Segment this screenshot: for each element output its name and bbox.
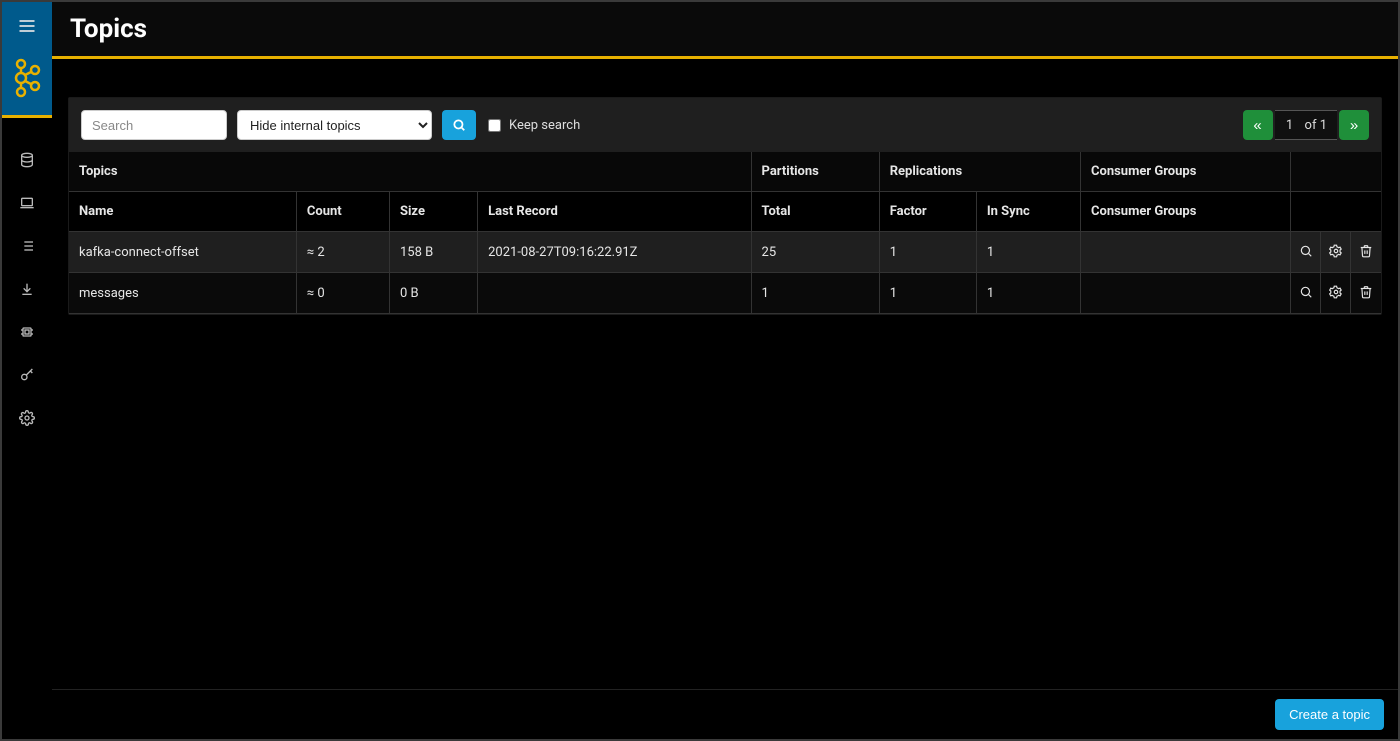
- th-group-actions: [1291, 152, 1381, 192]
- keep-search-checkbox[interactable]: [488, 119, 501, 132]
- row-view-button[interactable]: [1291, 273, 1320, 313]
- row-delete-button[interactable]: [1351, 232, 1381, 272]
- topics-panel: Hide internal topics Keep search « 1: [68, 97, 1382, 315]
- pager: « 1 of 1 »: [1243, 110, 1369, 140]
- search-icon: [452, 118, 466, 132]
- trash-icon: [1359, 244, 1373, 261]
- th-size[interactable]: Size: [389, 192, 477, 232]
- pager-prev[interactable]: «: [1243, 110, 1273, 140]
- key-icon: [19, 367, 35, 383]
- cell-size: 158 B: [389, 232, 477, 273]
- gear-icon: [19, 410, 35, 426]
- th-name[interactable]: Name: [69, 192, 296, 232]
- sidebar-top: [2, 2, 52, 118]
- pager-status: 1 of 1: [1275, 110, 1337, 140]
- th-group-cg: Consumer Groups: [1081, 152, 1291, 192]
- download-icon: [19, 281, 35, 297]
- hamburger-icon: [17, 16, 37, 36]
- database-icon: [19, 152, 35, 168]
- toolbar: Hide internal topics Keep search « 1: [69, 98, 1381, 152]
- row-settings-button[interactable]: [1321, 273, 1350, 313]
- page-title: Topics: [70, 14, 147, 44]
- nav-item-7[interactable]: [2, 396, 52, 439]
- th-cg[interactable]: Consumer Groups: [1081, 192, 1291, 232]
- topic-filter-select[interactable]: Hide internal topics: [237, 110, 432, 140]
- content: Hide internal topics Keep search « 1: [52, 59, 1398, 689]
- cell-cg: [1081, 273, 1291, 314]
- nav-item-5[interactable]: [2, 310, 52, 353]
- th-group-topics: Topics: [69, 152, 751, 192]
- gear-icon: [1329, 244, 1343, 261]
- page-header: Topics: [52, 2, 1398, 59]
- cell-last: [478, 273, 751, 314]
- th-group-partitions: Partitions: [751, 152, 879, 192]
- th-actions: [1291, 192, 1381, 232]
- sidebar-nav: [2, 138, 52, 439]
- cell-last: 2021-08-27T09:16:22.91Z: [478, 232, 751, 273]
- th-sync[interactable]: In Sync: [976, 192, 1080, 232]
- nav-item-6[interactable]: [2, 353, 52, 396]
- nav-item-1[interactable]: [2, 138, 52, 181]
- cell-count: ≈ 0: [296, 273, 389, 314]
- cell-total: 25: [751, 232, 879, 273]
- sidebar: [2, 2, 52, 739]
- search-input[interactable]: [81, 110, 227, 140]
- pager-next[interactable]: »: [1339, 110, 1369, 140]
- cell-count: ≈ 2: [296, 232, 389, 273]
- nav-item-4[interactable]: [2, 267, 52, 310]
- main-area: Topics Hide internal topics Keep search: [52, 2, 1398, 739]
- laptop-icon: [19, 195, 35, 211]
- cell-name: kafka-connect-offset: [69, 232, 296, 273]
- create-topic-button[interactable]: Create a topic: [1275, 699, 1384, 730]
- topics-table: Topics Partitions Replications Consumer …: [69, 152, 1381, 314]
- gear-icon: [1329, 285, 1343, 302]
- row-delete-button[interactable]: [1351, 273, 1381, 313]
- pager-current: 1: [1285, 118, 1295, 133]
- th-count[interactable]: Count: [296, 192, 389, 232]
- kafka-logo-icon: [12, 58, 42, 98]
- cell-total: 1: [751, 273, 879, 314]
- th-group-replications: Replications: [879, 152, 1080, 192]
- trash-icon: [1359, 285, 1373, 302]
- menu-toggle[interactable]: [2, 2, 52, 50]
- pager-total: of 1: [1305, 118, 1327, 133]
- cell-factor: 1: [879, 273, 976, 314]
- keep-search-text: Keep search: [509, 118, 580, 133]
- table-row[interactable]: messages≈ 00 B111: [69, 273, 1381, 314]
- cell-name: messages: [69, 273, 296, 314]
- search-button[interactable]: [442, 110, 476, 140]
- cell-sync: 1: [976, 232, 1080, 273]
- chip-icon: [19, 324, 35, 340]
- cell-cg: [1081, 232, 1291, 273]
- row-settings-button[interactable]: [1321, 232, 1350, 272]
- th-last[interactable]: Last Record: [478, 192, 751, 232]
- cell-size: 0 B: [389, 273, 477, 314]
- app-logo: [2, 50, 52, 105]
- keep-search-label[interactable]: Keep search: [488, 118, 580, 133]
- table-row[interactable]: kafka-connect-offset≈ 2158 B2021-08-27T0…: [69, 232, 1381, 273]
- cell-sync: 1: [976, 273, 1080, 314]
- search-icon: [1299, 244, 1313, 261]
- row-view-button[interactable]: [1291, 232, 1320, 272]
- search-icon: [1299, 285, 1313, 302]
- list-icon: [19, 238, 35, 254]
- cell-factor: 1: [879, 232, 976, 273]
- nav-item-2[interactable]: [2, 181, 52, 224]
- page-footer: Create a topic: [52, 689, 1398, 739]
- nav-item-3[interactable]: [2, 224, 52, 267]
- th-total[interactable]: Total: [751, 192, 879, 232]
- th-factor[interactable]: Factor: [879, 192, 976, 232]
